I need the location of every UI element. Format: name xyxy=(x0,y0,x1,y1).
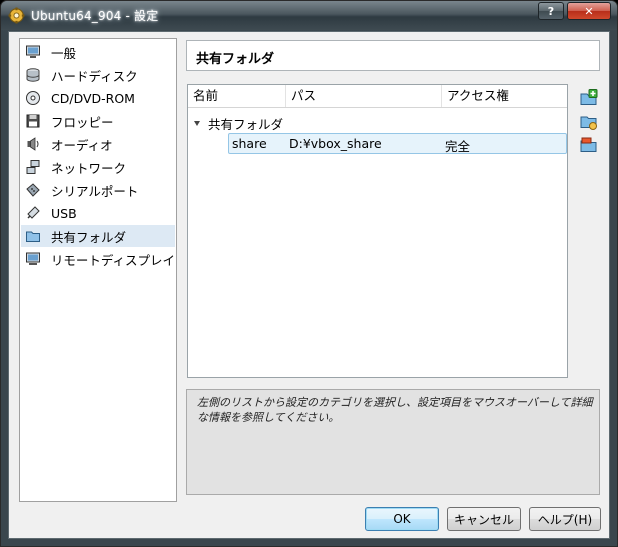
sidebar-item-remote-display[interactable]: リモートディスプレイ xyxy=(21,248,175,270)
sidebar-item-label: USB xyxy=(51,205,77,221)
dialog-body: 一般 ハードディスク CD/DVD-ROM フロッピー オーディオ ネットワーク… xyxy=(8,31,610,539)
settings-category-list: 一般 ハードディスク CD/DVD-ROM フロッピー オーディオ ネットワーク… xyxy=(19,38,177,502)
expand-triangle-icon[interactable] xyxy=(194,121,200,126)
page-title-box: 共有フォルダ xyxy=(186,40,600,71)
table-row[interactable]: share D:¥vbox_share 完全 xyxy=(228,133,567,154)
add-shared-folder-button[interactable] xyxy=(579,88,598,107)
sidebar-item-label: リモートディスプレイ xyxy=(50,252,175,268)
edit-shared-folder-button[interactable] xyxy=(579,112,598,131)
edit-shared-folder-icon xyxy=(580,116,597,130)
settings-gear-icon xyxy=(8,7,25,24)
row-name: share xyxy=(232,136,267,151)
help-icon: ? xyxy=(547,4,555,18)
monitor-icon xyxy=(24,43,42,61)
title-close-button[interactable]: ✕ xyxy=(567,2,611,20)
cancel-button[interactable]: キャンセル xyxy=(447,507,521,531)
sidebar-item-audio[interactable]: オーディオ xyxy=(21,133,175,155)
sidebar-item-label: 一般 xyxy=(51,45,77,61)
ok-button[interactable]: OK xyxy=(365,507,439,531)
title-help-button[interactable]: ? xyxy=(538,2,564,20)
sidebar-item-label: オーディオ xyxy=(51,137,113,153)
sidebar-item-shared-folders[interactable]: 共有フォルダ xyxy=(21,225,175,247)
sidebar-item-label: 共有フォルダ xyxy=(51,229,127,245)
page-title: 共有フォルダ xyxy=(196,52,275,67)
info-panel: 左側のリストから設定のカテゴリを選択し、設定項目をマウスオーバーして詳細な情報を… xyxy=(186,389,600,495)
cd-dvd-icon xyxy=(24,89,42,107)
sidebar-item-hard-disk[interactable]: ハードディスク xyxy=(21,64,175,86)
info-text: 左側のリストから設定のカテゴリを選択し、設定項目をマウスオーバーして詳細な情報を… xyxy=(197,396,593,424)
sidebar-item-usb[interactable]: USB xyxy=(21,202,175,224)
row-access: 完全 xyxy=(445,139,471,154)
shared-folder-icon xyxy=(24,227,42,245)
sidebar-item-label: CD/DVD-ROM xyxy=(51,90,135,106)
audio-icon xyxy=(24,135,42,153)
remove-shared-folder-button[interactable] xyxy=(579,136,598,155)
sidebar-item-label: ネットワーク xyxy=(51,160,127,176)
shared-folders-tree[interactable]: 名前 パス アクセス権 共有フォルダ share D:¥vbox_share 完… xyxy=(187,84,568,378)
sidebar-item-cd-dvd[interactable]: CD/DVD-ROM xyxy=(21,87,175,109)
close-icon: ✕ xyxy=(584,4,594,18)
sidebar-item-floppy[interactable]: フロッピー xyxy=(21,110,175,132)
sidebar-item-general[interactable]: 一般 xyxy=(21,41,175,63)
row-path: D:¥vbox_share xyxy=(289,136,382,151)
serial-port-icon xyxy=(24,181,42,199)
column-header-row: 名前 パス アクセス権 xyxy=(188,85,567,108)
window-title: Ubuntu64_904 - 設定 xyxy=(31,9,159,23)
column-header-access[interactable]: アクセス権 xyxy=(442,85,567,107)
hard-disk-icon xyxy=(24,66,42,84)
tree-group-shared-folders[interactable]: 共有フォルダ xyxy=(194,114,283,133)
remove-shared-folder-icon xyxy=(580,137,597,152)
sidebar-item-network[interactable]: ネットワーク xyxy=(21,156,175,178)
tree-group-label: 共有フォルダ xyxy=(208,117,284,132)
add-shared-folder-icon xyxy=(580,89,598,105)
sidebar-item-label: シリアルポート xyxy=(51,183,139,199)
remote-display-icon xyxy=(24,250,42,268)
sidebar-item-label: ハードディスク xyxy=(51,68,138,84)
network-icon xyxy=(24,158,42,176)
settings-window: Ubuntu64_904 - 設定 ? ✕ 一般 ハードディスク CD/DVD-… xyxy=(0,0,618,547)
column-header-name[interactable]: 名前 xyxy=(188,85,286,107)
sidebar-item-label: フロッピー xyxy=(51,114,114,130)
help-button[interactable]: ヘルプ(H) xyxy=(529,507,601,531)
column-header-path[interactable]: パス xyxy=(286,85,442,107)
title-bar[interactable]: Ubuntu64_904 - 設定 ? ✕ xyxy=(1,1,617,30)
floppy-icon xyxy=(24,112,42,130)
sidebar-item-serial-port[interactable]: シリアルポート xyxy=(21,179,175,201)
usb-icon xyxy=(24,204,42,222)
